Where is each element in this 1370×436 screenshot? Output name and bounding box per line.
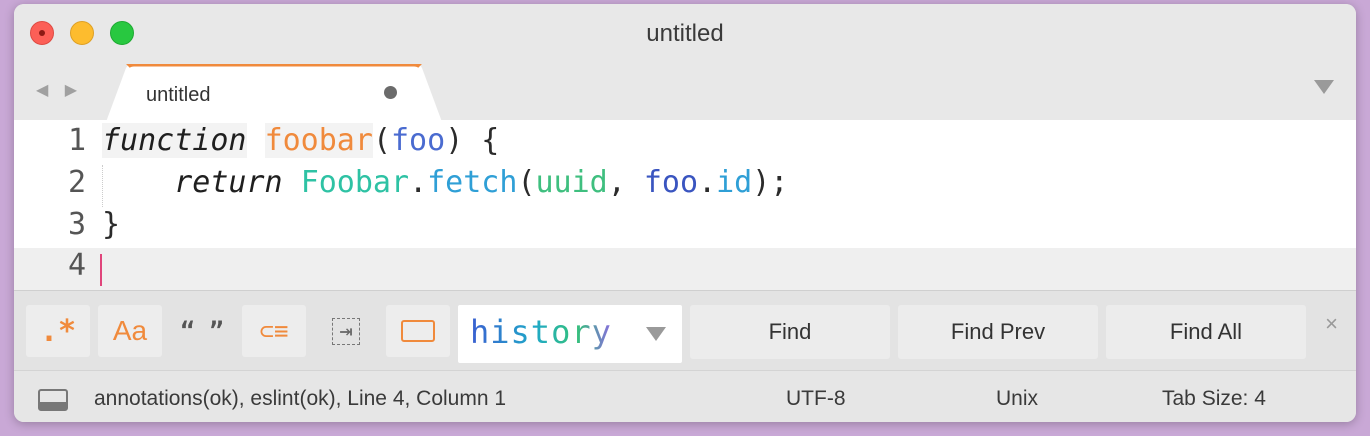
line-number: 4 <box>67 248 86 283</box>
highlight-icon <box>401 320 435 342</box>
tab-menu-chevron-down-icon[interactable] <box>1314 80 1334 94</box>
case-sensitive-toggle-button[interactable]: Aa <box>98 305 162 357</box>
regex-toggle-button[interactable]: .* <box>26 305 90 357</box>
case-icon: Aa <box>112 315 148 346</box>
find-input-value: history <box>470 313 612 351</box>
code-text: return Foobar.fetch(uuid, foo.id); <box>102 165 788 200</box>
highlight-matches-toggle-button[interactable] <box>386 305 450 357</box>
editor-window: untitled ◀ ▶ untitled 1 function foobar(… <box>14 4 1356 422</box>
regex-icon: .* <box>39 313 77 349</box>
paren-close-brace: ) { <box>445 123 500 158</box>
find-history-chevron-down-icon[interactable] <box>646 327 666 341</box>
encoding-indicator[interactable]: UTF-8 <box>786 387 846 411</box>
tab-label: untitled <box>146 84 211 106</box>
status-message: annotations(ok), eslint(ok), Line 4, Col… <box>94 387 507 410</box>
arg-foo: foo <box>643 165 699 200</box>
find-input[interactable]: history <box>458 305 682 363</box>
keyword-function: function <box>102 123 247 158</box>
class-foobar: Foobar <box>300 165 410 200</box>
keyword-return: return <box>174 165 283 200</box>
tab-untitled[interactable]: untitled <box>106 64 442 122</box>
statement-end: ); <box>752 165 789 200</box>
close-find-icon[interactable]: × <box>1325 311 1338 337</box>
find-all-button[interactable]: Find All <box>1106 305 1306 359</box>
paren-open: ( <box>517 165 536 200</box>
tab-size-indicator[interactable]: Tab Size: 4 <box>1162 387 1266 411</box>
find-prev-button[interactable]: Find Prev <box>898 305 1098 359</box>
wrap-icon: ⊂≡ <box>259 317 289 345</box>
prop-id: id <box>716 165 753 200</box>
code-line: 2 return Foobar.fetch(uuid, foo.id); <box>14 165 1356 207</box>
arg-uuid: uuid <box>535 165 608 200</box>
code-text: } <box>102 207 121 242</box>
whole-word-toggle-button[interactable]: “ ” <box>170 305 234 357</box>
line-endings-indicator[interactable]: Unix <box>996 387 1038 411</box>
code-editor[interactable]: 1 function foobar(foo) { 2 return Foobar… <box>14 120 1356 290</box>
status-bar: annotations(ok), eslint(ok), Line 4, Col… <box>14 370 1356 422</box>
line-number: 1 <box>67 123 86 158</box>
wrap-toggle-button[interactable]: ⊂≡ <box>242 305 306 357</box>
in-selection-icon: ⇥ <box>332 317 360 345</box>
paren-open: ( <box>372 123 391 158</box>
unsaved-dot-icon[interactable] <box>384 86 397 99</box>
find-bar: .* Aa “ ” ⊂≡ ⇥ history Find Find Prev Fi… <box>14 290 1356 371</box>
comma: , <box>607 165 644 200</box>
text-cursor <box>100 254 102 286</box>
quotes-icon: “ ” <box>180 317 224 345</box>
function-name: foobar <box>264 123 373 158</box>
panel-toggle-icon[interactable] <box>38 389 68 411</box>
window-title: untitled <box>646 20 724 47</box>
title-bar: untitled ◀ ▶ untitled <box>14 4 1356 122</box>
code-line: 3 } <box>14 207 1356 249</box>
code-text: function foobar(foo) { <box>102 123 499 158</box>
code-line-current: 4 <box>14 248 1356 290</box>
method-fetch: fetch <box>427 165 518 200</box>
line-number: 3 <box>67 207 86 242</box>
dot: . <box>698 165 717 200</box>
line-number: 2 <box>67 165 86 200</box>
code-line: 1 function foobar(foo) { <box>14 123 1356 165</box>
dot: . <box>409 165 428 200</box>
in-selection-toggle-button[interactable]: ⇥ <box>314 305 378 357</box>
find-button[interactable]: Find <box>690 305 890 359</box>
param-foo: foo <box>391 123 446 158</box>
tab-nav-arrows-icon[interactable]: ◀ ▶ <box>36 80 83 100</box>
